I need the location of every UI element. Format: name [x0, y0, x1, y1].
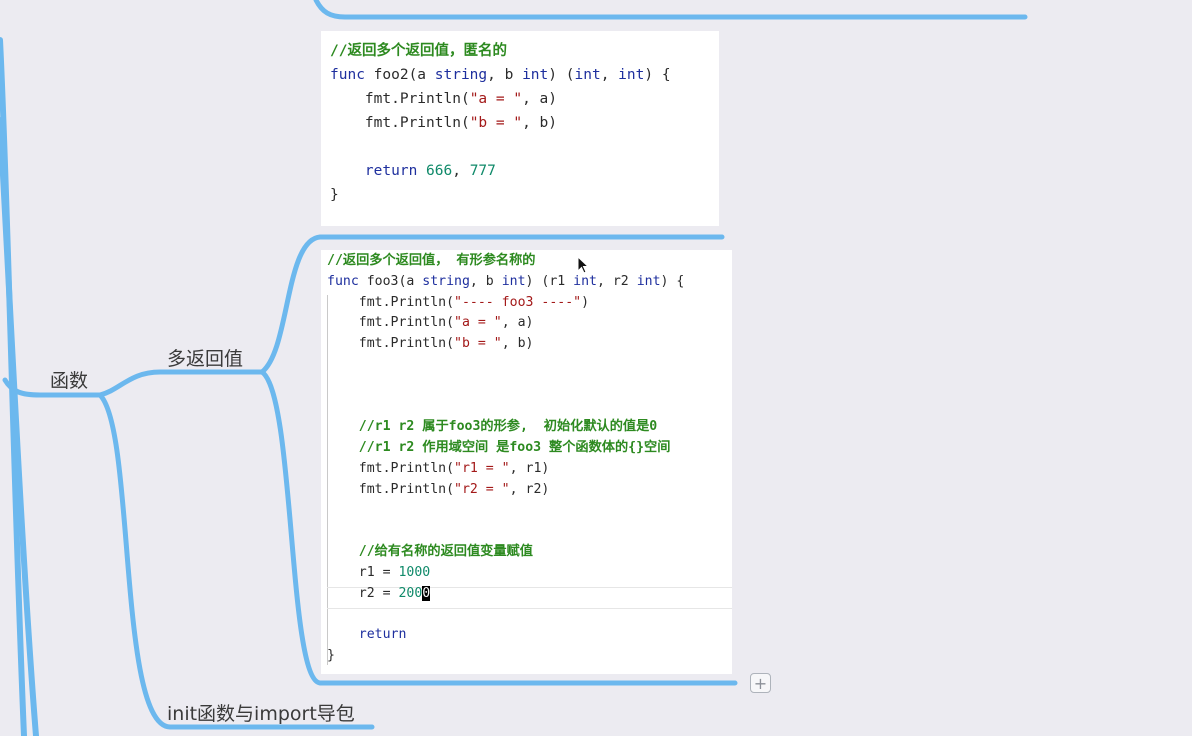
code-token: fmt.Println(: [327, 481, 455, 497]
code-token: r1 =: [327, 565, 399, 580]
code-line: fmt.Println("a = ", a): [321, 87, 719, 111]
code-line: func foo2(a string, b int) (int, int) {: [321, 63, 719, 87]
mindmap-node-functions[interactable]: 函数: [50, 366, 88, 393]
code-token: int: [574, 67, 601, 83]
code-card-foo2[interactable]: //返回多个返回值，匿名的 func foo2(a string, b int) …: [321, 31, 719, 226]
code-token: "r1 = ": [454, 461, 510, 476]
code-token: int: [618, 67, 645, 83]
code-token: fmt.Println(: [327, 336, 455, 352]
root-to-multi-return: [97, 369, 265, 398]
code-token: int: [522, 67, 549, 83]
code-token: "---- foo3 ----": [454, 294, 582, 310]
code-token: string: [422, 273, 470, 289]
code-line: return 666, 777: [321, 159, 719, 183]
code-line: //r1 r2 作用域空间 是foo3 整个函数体的{}空间: [321, 438, 732, 459]
code-token: r2 =: [327, 585, 399, 601]
code-token: fmt.Println(: [327, 461, 455, 476]
code-token: int: [573, 273, 597, 289]
code-token: }: [327, 648, 335, 664]
add-node-button[interactable]: +: [750, 673, 771, 693]
code-token: //返回多个返回值， 有形参名称的: [327, 253, 536, 268]
code-token: , r2): [509, 481, 550, 497]
code-token: 777: [469, 163, 496, 179]
code-token: , b: [469, 273, 502, 289]
code-token: fmt.Println(: [327, 315, 455, 331]
code-line: r1 = 1000: [321, 563, 732, 584]
code-line: fmt.Println("r2 = ", r2): [321, 480, 732, 501]
code-token: , b): [522, 115, 557, 131]
code-token: 200: [398, 585, 423, 601]
code-token: foo3(a: [366, 273, 423, 289]
code-card-foo3[interactable]: //返回多个返回值， 有形参名称的 func foo3(a string, b i…: [321, 250, 732, 674]
code-line: fmt.Println("r1 = ", r1): [321, 459, 732, 480]
code-line: }: [321, 646, 732, 667]
code-line: return: [321, 625, 732, 646]
code-line: //返回多个返回值，匿名的: [321, 39, 719, 63]
code-token: int: [501, 273, 526, 289]
code-token: ) {: [644, 67, 671, 83]
code-token: "r2 = ": [454, 481, 510, 497]
code-token: , b): [501, 336, 534, 352]
code-token: func: [327, 273, 367, 289]
code-token: "b = ": [454, 336, 502, 352]
code-token: , a): [522, 91, 557, 107]
code-line: }: [321, 183, 719, 207]
code-token: ,: [452, 163, 470, 179]
code-token: , a): [501, 315, 534, 331]
code-token: , r2: [596, 273, 637, 289]
code-token: //返回多个返回值，匿名的: [330, 43, 507, 59]
code-line: //r1 r2 属于foo3的形参, 初始化默认的值是0: [321, 417, 732, 438]
code-token: //r1 r2 作用域空间 是foo3 整个函数体的{}空间: [327, 440, 671, 456]
mindmap-node-multi-return[interactable]: 多返回值: [167, 344, 243, 371]
code-token: , b: [487, 67, 523, 83]
code-token: "b = ": [469, 115, 523, 131]
mouse-cursor-icon: [577, 256, 589, 274]
mindmap-node-init-import[interactable]: init函数与import导包: [167, 699, 355, 726]
code-token: //给有名称的返回值变量赋值: [327, 544, 533, 560]
code-token: return: [358, 627, 407, 643]
code-token: return: [364, 163, 427, 179]
code-token: //r1 r2 属于foo3的形参, 初始化默认的值是0: [327, 419, 658, 435]
code-line: fmt.Println("b = ", b): [321, 334, 732, 355]
code-token: fmt.Println(: [330, 115, 470, 131]
code-token: 666: [426, 163, 453, 179]
code-token: 0: [422, 585, 431, 601]
code-line: func foo3(a string, b int) (r1 int, r2 i…: [321, 272, 732, 293]
code-line: fmt.Println("b = ", b): [321, 111, 719, 135]
plus-icon: +: [753, 674, 768, 693]
code-line: //给有名称的返回值变量赋值: [321, 542, 732, 563]
code-token: fmt.Println(: [327, 294, 455, 310]
top-card-underline: [313, 0, 1028, 20]
code-token: }: [330, 187, 339, 203]
code-token: ,: [600, 67, 619, 83]
code-line: //返回多个返回值， 有形参名称的: [321, 251, 732, 272]
code-token: int: [636, 273, 661, 289]
code-token: ): [581, 294, 590, 310]
code-line: r2 = 2000: [321, 584, 732, 605]
code-token: ) (r1: [525, 273, 574, 289]
code-line: fmt.Println("---- foo3 ----"): [321, 293, 732, 314]
code-token: func: [330, 67, 374, 83]
code-token: string: [434, 67, 488, 83]
code-token: foo2(a: [373, 67, 435, 83]
code-token: "a = ": [469, 91, 523, 107]
code-token: ) (: [548, 67, 575, 83]
code-token: ) {: [660, 273, 685, 289]
code-token: fmt.Println(: [330, 91, 470, 107]
code-token: , r1): [509, 461, 550, 476]
code-token: 1000: [398, 565, 431, 580]
code-token: "a = ": [454, 315, 502, 331]
code-line: fmt.Println("a = ", a): [321, 313, 732, 334]
